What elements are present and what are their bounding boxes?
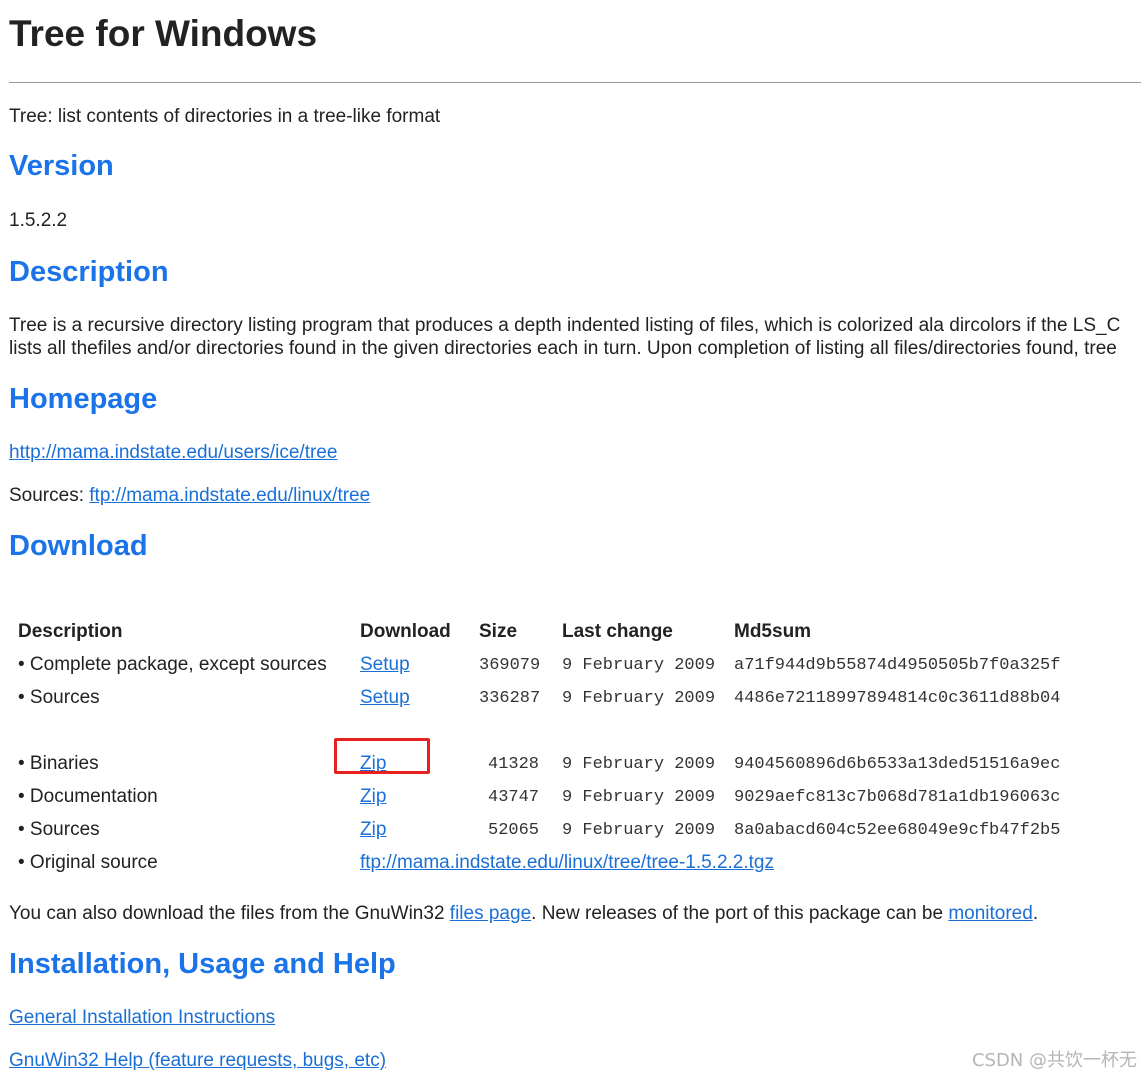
download-note: You can also download the files from the… — [9, 902, 1038, 925]
table-row-description: • Original source — [18, 852, 158, 873]
table-row-md5: 9029aefc813c7b068d781a1db196063c — [734, 788, 1061, 807]
table-row-date: 9 February 2009 — [562, 755, 716, 774]
table-row-date: 9 February 2009 — [562, 689, 716, 708]
install-line-1: General Installation Instructions — [9, 1006, 275, 1029]
setup-sources-link[interactable]: Setup — [360, 686, 410, 709]
table-row-description: • Documentation — [18, 786, 158, 807]
original-source-link[interactable]: ftp://mama.indstate.edu/linux/tree/tree-… — [360, 851, 774, 874]
installation-instructions-link[interactable]: General Installation Instructions — [9, 1007, 275, 1028]
download-note-prefix: You can also download the files from the… — [9, 903, 450, 924]
table-row-description: • Sources — [18, 687, 100, 708]
col-header-last-change: Last change — [562, 621, 673, 642]
zip-sources-link[interactable]: Zip — [360, 818, 386, 841]
col-header-description: Description — [18, 621, 123, 642]
install-heading: Installation, Usage and Help — [9, 948, 396, 980]
download-note-suffix: . — [1032, 903, 1039, 924]
highlight-box — [334, 738, 430, 774]
download-note-middle: . New releases of the port of this packa… — [531, 903, 949, 924]
table-row-description: • Complete package, except sources — [18, 654, 327, 675]
table-row-size: 369079 — [479, 656, 541, 675]
table-row-size: 41328 — [488, 755, 540, 774]
table-row-md5: a71f944d9b55874d4950505b7f0a325f — [734, 656, 1061, 675]
setup-download-link[interactable]: Setup — [360, 653, 410, 676]
table-row-size: 336287 — [479, 689, 541, 708]
table-row-date: 9 February 2009 — [562, 656, 716, 675]
table-row-date: 9 February 2009 — [562, 788, 716, 807]
table-row-description: • Sources — [18, 819, 100, 840]
monitored-link[interactable]: monitored — [948, 903, 1033, 924]
zip-documentation-link[interactable]: Zip — [360, 785, 386, 808]
col-header-download: Download — [360, 621, 451, 642]
table-row-md5: 9404560896d6b6533a13ded51516a9ec — [734, 755, 1061, 774]
table-row-description: • Binaries — [18, 753, 99, 774]
watermark: CSDN @共饮一杯无 — [971, 1050, 1137, 1071]
table-row-md5: 4486e72118997894814c0c3611d88b04 — [734, 689, 1061, 708]
page: Tree for Windows Tree: list contents of … — [9, 0, 1141, 1081]
table-row-size: 52065 — [488, 821, 540, 840]
download-table: Description Download Size Last change Md… — [9, 0, 1141, 900]
gnuwin32-help-link[interactable]: GnuWin32 Help (feature requests, bugs, e… — [9, 1050, 386, 1071]
table-row-md5: 8a0abacd604c52ee68049e9cfb47f2b5 — [734, 821, 1061, 840]
files-page-link[interactable]: files page — [450, 903, 531, 924]
col-header-md5sum: Md5sum — [734, 621, 812, 642]
col-header-size: Size — [479, 621, 518, 642]
table-row-size: 43747 — [488, 788, 540, 807]
table-row-date: 9 February 2009 — [562, 821, 716, 840]
install-line-2: GnuWin32 Help (feature requests, bugs, e… — [9, 1049, 386, 1072]
